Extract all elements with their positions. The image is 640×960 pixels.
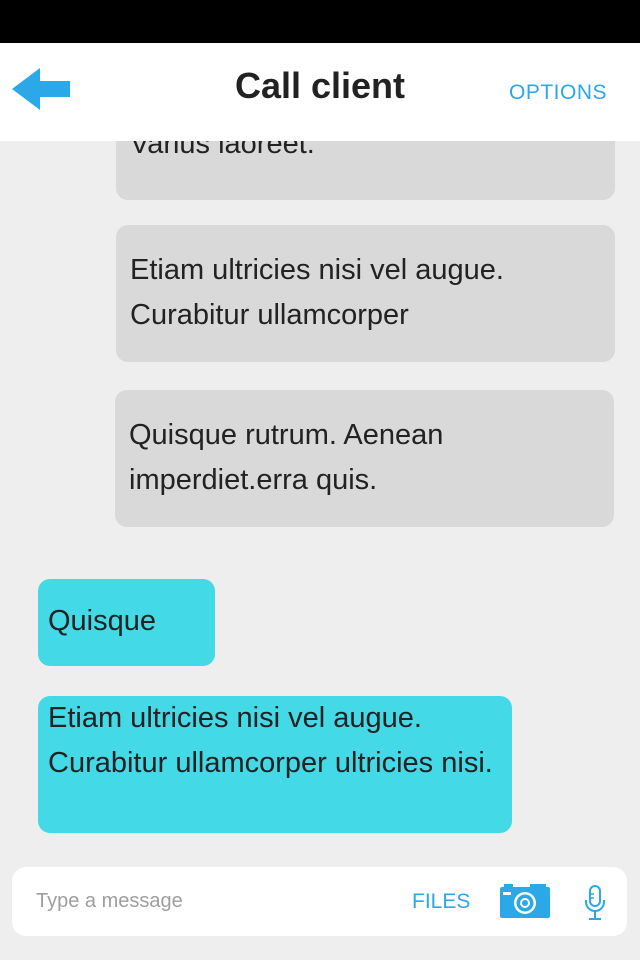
message-input[interactable] <box>36 881 376 921</box>
message-incoming: Quisque rutrum. Aenean imperdiet.erra qu… <box>115 390 614 527</box>
header-bar: Call client OPTIONS <box>0 43 640 141</box>
microphone-button[interactable] <box>584 885 606 921</box>
camera-button[interactable] <box>500 884 550 918</box>
microphone-icon <box>585 885 605 920</box>
files-button[interactable]: FILES <box>412 890 470 914</box>
status-bar <box>0 0 640 43</box>
message-incoming: Etiam ultricies nisi vel augue. Curabitu… <box>116 225 615 362</box>
message-outgoing: Quisque <box>38 579 215 666</box>
message-text: Etiam ultricies nisi vel augue. Curabitu… <box>48 702 493 779</box>
message-text: Quisque <box>48 605 157 637</box>
options-button[interactable]: OPTIONS <box>509 81 607 105</box>
message-text: Quisque rutrum. Aenean imperdiet.erra qu… <box>129 419 444 496</box>
message-list[interactable]: Varius laoreet. Etiam ultricies nisi vel… <box>0 43 640 960</box>
message-outgoing: Etiam ultricies nisi vel augue. Curabitu… <box>38 696 512 833</box>
message-text: Etiam ultricies nisi vel augue. Curabitu… <box>130 254 504 331</box>
camera-icon <box>500 884 550 918</box>
message-composer: FILES <box>12 867 627 936</box>
